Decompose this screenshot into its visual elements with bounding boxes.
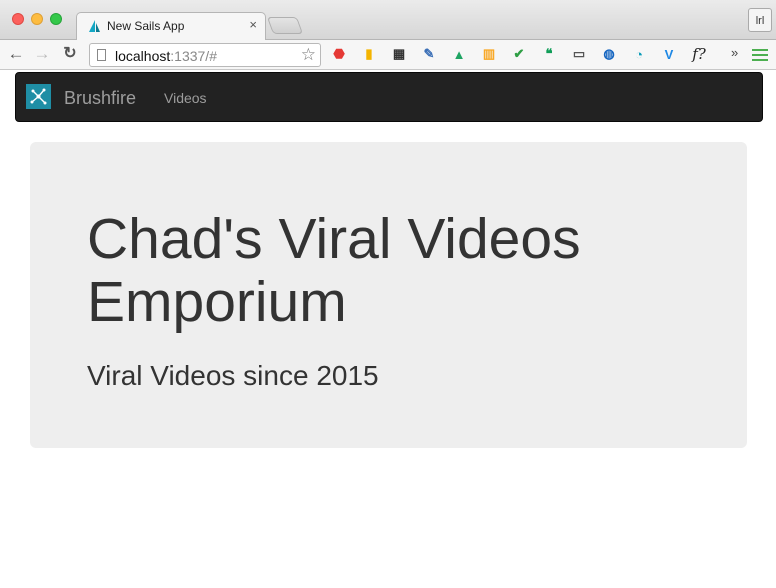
window-maximize-button[interactable] [50, 13, 62, 25]
hangouts-icon[interactable]: ❝ [540, 45, 558, 63]
brand-logo-icon[interactable] [26, 84, 51, 109]
tab-close-icon[interactable]: × [249, 18, 257, 32]
forward-arrow-icon[interactable]: → [32, 44, 52, 64]
mobile-icon[interactable]: ▮ [360, 45, 378, 63]
extensions-overflow-icon[interactable]: » [731, 45, 738, 60]
window-minimize-button[interactable] [31, 13, 43, 25]
hero-jumbotron: Chad's Viral Videos Emporium Viral Video… [30, 142, 747, 448]
vimium-icon[interactable]: V [660, 45, 678, 63]
wave-icon[interactable]: ◔ [630, 45, 648, 63]
cast-icon[interactable]: ▭ [570, 45, 588, 63]
brand-name-link[interactable]: Brushfire [64, 88, 136, 109]
browser-tab-active[interactable]: New Sails App × [76, 12, 266, 40]
url-text[interactable]: localhost:1337/# [115, 48, 217, 64]
eyedropper-icon[interactable]: ✎ [420, 45, 438, 63]
bookmark-star-icon[interactable]: ☆ [301, 45, 316, 65]
back-arrow-icon[interactable]: ← [6, 44, 26, 64]
new-tab-button[interactable] [266, 17, 304, 34]
hero-title: Chad's Viral Videos Emporium [87, 207, 581, 334]
window-close-button[interactable] [12, 13, 24, 25]
nav-link-videos[interactable]: Videos [164, 90, 207, 106]
address-bar[interactable]: localhost:1337/# ☆ [89, 43, 321, 67]
browser-toolbar: ← → ↻ localhost:1337/# ☆ ⬣ ▮ ▦ ✎ ▲ ▥ ✔ ❝ ▭ ◍ ◔ Vf? … [0, 40, 776, 70]
network-icon [30, 88, 47, 105]
qr-icon[interactable]: ▦ [390, 45, 408, 63]
profile-button[interactable]: lrl [748, 8, 772, 32]
page-icon [97, 49, 106, 61]
tab-title: New Sails App [107, 19, 185, 33]
reload-icon[interactable]: ↻ [60, 44, 80, 64]
analytics-icon[interactable]: ▥ [480, 45, 498, 63]
url-port-path: :1337/# [170, 48, 217, 64]
globe-icon[interactable]: ◍ [600, 45, 618, 63]
browser-menu-icon[interactable] [752, 47, 768, 61]
formula-icon[interactable]: f? [690, 45, 708, 63]
browser-titlebar: New Sails App × lrl [0, 0, 776, 40]
sails-favicon-icon [89, 20, 100, 32]
app-navbar: Brushfire Videos [15, 72, 763, 122]
google-drive-icon[interactable]: ▲ [450, 45, 468, 63]
checkmark-icon[interactable]: ✔ [510, 45, 528, 63]
adblock-icon[interactable]: ⬣ [330, 45, 348, 63]
url-host: localhost [115, 48, 171, 64]
hero-subtitle: Viral Videos since 2015 [87, 360, 379, 391]
